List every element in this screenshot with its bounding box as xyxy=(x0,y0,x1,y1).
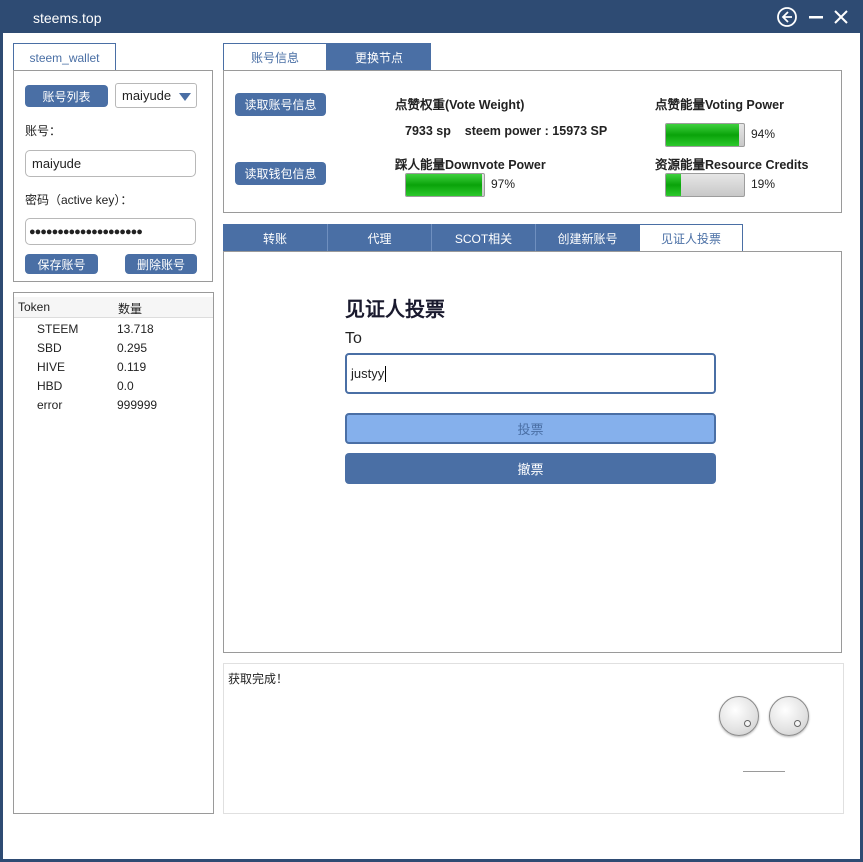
token-amount: 999999 xyxy=(117,398,158,412)
voting-power-label: 点赞能量Voting Power xyxy=(655,98,784,112)
token-name: SBD xyxy=(37,341,62,355)
header-token: Token xyxy=(18,300,51,314)
downvote-power-bar xyxy=(405,173,485,197)
voting-power-fill xyxy=(666,124,740,146)
token-amount: 0.0 xyxy=(117,379,134,393)
downvote-power-text: 97% xyxy=(491,177,516,191)
account-label: 账号： xyxy=(25,124,62,138)
token-amount: 0.295 xyxy=(117,341,148,355)
chevron-down-icon xyxy=(179,93,191,101)
tab-transfer[interactable]: 转账 xyxy=(223,224,327,252)
witness-to-value: justyy xyxy=(351,366,385,381)
account-info-panel: 读取账号信息 读取钱包信息 点赞权重(Vote Weight) 7933 sp … xyxy=(223,70,842,213)
witness-heading: 见证人投票 xyxy=(345,299,445,321)
close-icon[interactable] xyxy=(830,6,852,28)
password-field[interactable]: ●●●●●●●●●●●●●●●●●●●● xyxy=(25,218,196,245)
save-account-button[interactable]: 保存账号 xyxy=(25,254,98,274)
token-name: error xyxy=(37,398,63,412)
resource-credits-fill xyxy=(666,174,681,196)
wallet-panel: 账号列表 maiyude 账号： maiyude 密码（active key）：… xyxy=(13,70,213,282)
downvote-power-fill xyxy=(406,174,482,196)
text-cursor xyxy=(385,365,387,382)
voting-power-text: 94% xyxy=(751,127,776,141)
read-account-button[interactable]: 读取账号信息 xyxy=(235,93,326,116)
tab-change-node[interactable]: 更换节点 xyxy=(327,43,431,71)
table-row[interactable]: HIVE 0.119 xyxy=(14,357,212,376)
token-table-header: Token 数量 xyxy=(14,297,213,318)
token-amount: 13.718 xyxy=(117,322,154,336)
resource-credits-label: 资源能量Resource Credits xyxy=(655,158,809,172)
table-row[interactable]: error 999999 xyxy=(14,395,212,414)
voting-power-bar xyxy=(665,123,745,147)
table-row[interactable]: STEEM 13.718 xyxy=(14,319,212,338)
unvote-button[interactable]: 撤票 xyxy=(345,453,716,484)
knob-left[interactable] xyxy=(719,696,759,736)
to-label: To xyxy=(345,330,362,347)
witness-vote-panel: 见证人投票 To justyy 投票 撤票 xyxy=(223,251,842,653)
account-select[interactable]: maiyude xyxy=(115,83,197,108)
token-name: HBD xyxy=(37,379,63,393)
delete-account-button[interactable]: 删除账号 xyxy=(125,254,197,274)
witness-to-input[interactable]: justyy xyxy=(345,353,716,394)
tab-delegate[interactable]: 代理 xyxy=(327,224,431,252)
knob-right[interactable] xyxy=(769,696,809,736)
vote-weight-label: 点赞权重(Vote Weight) xyxy=(395,98,525,112)
divider xyxy=(743,771,785,772)
back-icon[interactable] xyxy=(776,6,798,28)
vote-button[interactable]: 投票 xyxy=(345,413,716,444)
log-panel: 获取完成！ xyxy=(223,663,844,814)
minimize-icon[interactable] xyxy=(805,6,827,28)
tab-account-info[interactable]: 账号信息 xyxy=(223,43,327,71)
knob-dot-icon xyxy=(744,720,751,727)
log-text: 获取完成！ xyxy=(228,672,289,686)
read-wallet-button[interactable]: 读取钱包信息 xyxy=(235,162,326,185)
resource-credits-text: 19% xyxy=(751,177,776,191)
title-bar xyxy=(0,0,863,33)
token-name: HIVE xyxy=(37,360,66,374)
token-name: STEEM xyxy=(37,322,79,336)
token-amount: 0.119 xyxy=(117,360,147,374)
tab-witness-vote[interactable]: 见证人投票 xyxy=(639,224,743,252)
header-amount: 数量 xyxy=(118,302,143,316)
token-table: Token 数量 STEEM 13.718 SBD 0.295 HIVE 0.119 … xyxy=(13,292,214,814)
table-row[interactable]: SBD 0.295 xyxy=(14,338,212,357)
tab-create-account[interactable]: 创建新账号 xyxy=(535,224,639,252)
password-label: 密码（active key）： xyxy=(25,193,133,207)
resource-credits-bar xyxy=(665,173,745,197)
window-title: steems.top xyxy=(33,10,102,26)
tab-steem-wallet[interactable]: steem_wallet xyxy=(13,43,116,71)
tab-scot[interactable]: SCOT相关 xyxy=(431,224,535,252)
downvote-power-label: 踩人能量Downvote Power xyxy=(395,158,546,172)
knob-dot-icon xyxy=(794,720,801,727)
account-select-value: maiyude xyxy=(122,88,172,103)
account-list-button[interactable]: 账号列表 xyxy=(25,85,108,107)
vote-weight-value: 7933 sp steem power : 15973 SP xyxy=(405,124,608,138)
table-row[interactable]: HBD 0.0 xyxy=(14,376,212,395)
account-field[interactable]: maiyude xyxy=(25,150,196,177)
